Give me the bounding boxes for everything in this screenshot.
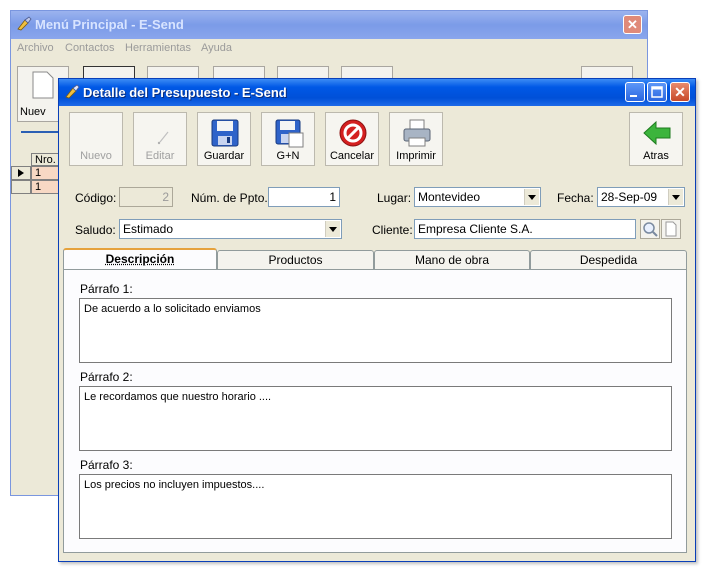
- menu-herramientas[interactable]: Herramientas: [125, 42, 191, 54]
- tab-descripcion-label: Descripción: [105, 252, 175, 266]
- guardar-label: Guardar: [203, 150, 245, 162]
- editar-button[interactable]: Editar: [133, 112, 187, 166]
- window-title: Detalle del Presupuesto - E-Send: [83, 85, 287, 100]
- pencil-icon: [157, 131, 169, 145]
- table-row[interactable]: 1: [31, 166, 61, 180]
- search-client-button[interactable]: [640, 219, 660, 239]
- paragraph-1-label: Párrafo 1:: [80, 282, 133, 296]
- cliente-label: Cliente:: [372, 223, 413, 237]
- row-selector[interactable]: [11, 180, 31, 194]
- chevron-down-icon[interactable]: [524, 189, 539, 205]
- guardar-button[interactable]: Guardar: [197, 112, 251, 166]
- imprimir-label: Imprimir: [396, 150, 436, 162]
- close-button[interactable]: ✕: [670, 82, 690, 102]
- lugar-value: Montevideo: [418, 190, 481, 204]
- lugar-label: Lugar:: [377, 191, 412, 205]
- cliente-field[interactable]: Empresa Cliente S.A.: [414, 219, 636, 239]
- paragraph-1-textarea[interactable]: De acuerdo a lo solicitado enviamos: [79, 298, 672, 363]
- table-row[interactable]: 1: [31, 180, 61, 194]
- save-icon: [211, 119, 239, 147]
- app-icon: [17, 16, 32, 31]
- fecha-select[interactable]: 28-Sep-09: [597, 187, 685, 207]
- fecha-value: 28-Sep-09: [601, 190, 658, 204]
- atras-button[interactable]: Atras: [629, 112, 683, 166]
- menu-ayuda[interactable]: Ayuda: [201, 42, 232, 54]
- saludo-select[interactable]: Estimado: [119, 219, 342, 239]
- current-row-icon: [18, 169, 24, 177]
- atras-label: Atras: [643, 150, 669, 162]
- codigo-label: Código:: [75, 191, 117, 205]
- fecha-label: Fecha:: [557, 191, 594, 205]
- paragraph-2-label: Párrafo 2:: [80, 370, 133, 384]
- save-new-icon: [275, 119, 304, 148]
- paragraph-3-textarea[interactable]: Los precios no incluyen impuestos....: [79, 474, 672, 539]
- tab-descripcion[interactable]: Descripción: [63, 248, 217, 270]
- maximize-button[interactable]: [647, 82, 667, 102]
- guardar-nuevo-button[interactable]: G+N: [261, 112, 315, 166]
- document-icon: [665, 221, 677, 237]
- cancel-icon: [339, 119, 367, 147]
- num-ppto-field[interactable]: 1: [268, 187, 340, 207]
- minimize-button[interactable]: [625, 82, 645, 102]
- nuevo-button[interactable]: Nuevo: [69, 112, 123, 166]
- maximize-icon: [651, 86, 663, 98]
- codigo-field[interactable]: 2: [119, 187, 173, 207]
- tab-productos[interactable]: Productos: [217, 250, 374, 270]
- tab-panel-descripcion: Párrafo 1: De acuerdo a lo solicitado en…: [63, 269, 687, 553]
- menu-bar: Archivo Contactos Herramientas Ayuda: [11, 39, 647, 59]
- cancelar-button[interactable]: Cancelar: [325, 112, 379, 166]
- close-button[interactable]: ✕: [623, 15, 642, 34]
- lugar-select[interactable]: Montevideo: [414, 187, 541, 207]
- printer-icon: [403, 119, 431, 147]
- search-icon: [643, 222, 658, 237]
- new-client-button[interactable]: [661, 219, 681, 239]
- gn-label: G+N: [276, 150, 300, 162]
- cancelar-label: Cancelar: [329, 150, 375, 162]
- paragraph-2-textarea[interactable]: Le recordamos que nuestro horario ....: [79, 386, 672, 451]
- imprimir-button[interactable]: Imprimir: [389, 112, 443, 166]
- new-label: Nuev: [20, 106, 46, 118]
- row-selector[interactable]: [11, 166, 31, 180]
- column-header[interactable]: Nro.: [31, 153, 61, 166]
- menu-contactos[interactable]: Contactos: [65, 42, 115, 54]
- paragraph-3-label: Párrafo 3:: [80, 458, 133, 472]
- chevron-down-icon[interactable]: [668, 189, 683, 205]
- chevron-down-icon[interactable]: [325, 221, 340, 237]
- minimize-icon: [630, 95, 637, 97]
- tab-mano-de-obra[interactable]: Mano de obra: [374, 250, 530, 270]
- saludo-label: Saludo:: [75, 223, 116, 237]
- window-title: Menú Principal - E-Send: [35, 17, 184, 32]
- tab-despedida[interactable]: Despedida: [530, 250, 687, 270]
- document-icon: [32, 71, 54, 99]
- editar-label: Editar: [145, 150, 175, 162]
- back-arrow-icon: [643, 120, 671, 146]
- menu-archivo[interactable]: Archivo: [17, 42, 54, 54]
- nuevo-label: Nuevo: [80, 150, 112, 162]
- saludo-value: Estimado: [123, 222, 174, 236]
- num-ppto-label: Núm. de Ppto.:: [191, 191, 272, 205]
- budget-detail-window: Detalle del Presupuesto - E-Send ✕ Nuevo…: [58, 78, 696, 562]
- app-icon: [65, 84, 80, 99]
